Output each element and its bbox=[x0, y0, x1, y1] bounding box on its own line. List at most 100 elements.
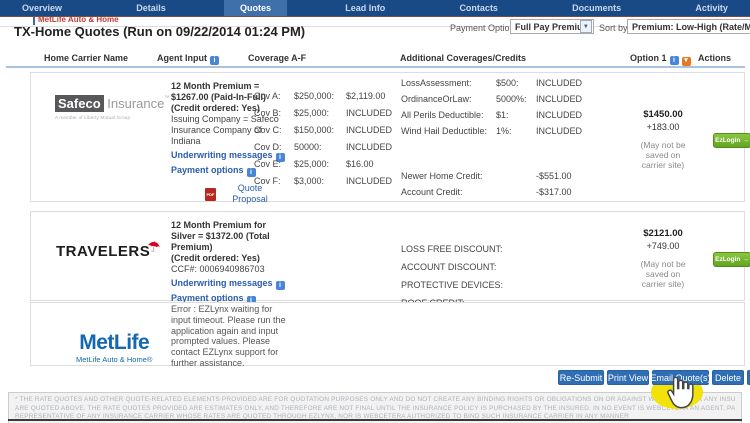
credit-label: Newer Home Credit: bbox=[401, 171, 496, 187]
page-title: TX-Home Quotes (Run on 09/22/2014 01:24 … bbox=[14, 24, 305, 39]
metlife-logo: MetLife MetLife Auto & Home® bbox=[76, 331, 152, 364]
coverage-label: Cov C: bbox=[254, 125, 294, 142]
coverage-label: Cov F: bbox=[254, 176, 294, 193]
ezlogin-button[interactable]: EzLogin→ bbox=[713, 252, 750, 267]
coverage-label: Cov A: bbox=[254, 91, 294, 108]
agent-input-cell: 12 Month Premium for Silver = $1372.00 (… bbox=[171, 220, 285, 305]
additional-label: PROTECTIVE DEVICES: bbox=[401, 276, 503, 294]
arrow-right-icon: → bbox=[742, 256, 749, 263]
coverage-amount: $25,000: bbox=[294, 159, 346, 176]
tab-lead-info[interactable]: Lead Info bbox=[329, 0, 401, 16]
quote-row-metlife: MetLife MetLife Auto & Home® Error : EZL… bbox=[30, 302, 745, 366]
additional-label: All Perils Deductible: bbox=[401, 110, 496, 126]
tab-activity[interactable]: Activity bbox=[679, 0, 744, 16]
metlife-tagline: MetLife Auto & Home® bbox=[76, 355, 152, 364]
quotes-page: Overview Details Quotes Lead Info Contac… bbox=[0, 0, 750, 423]
info-icon[interactable]: i bbox=[670, 56, 679, 65]
additional-label: LOSS FREE DISCOUNT: bbox=[401, 240, 503, 258]
top-nav: Overview Details Quotes Lead Info Contac… bbox=[0, 0, 750, 16]
coverage-amount: 50000: bbox=[294, 142, 346, 159]
additional-value: INCLUDED bbox=[536, 78, 598, 94]
premium-text: 12 Month Premium for Silver = $1372.00 (… bbox=[171, 220, 285, 253]
option-orange-icon[interactable]: ▾ bbox=[682, 57, 691, 66]
coverage-amount: $25,000: bbox=[294, 108, 346, 125]
credit-value: -$317.00 bbox=[536, 187, 598, 203]
coverage-amount: $250,000: bbox=[294, 91, 346, 108]
additional-value: INCLUDED bbox=[536, 126, 598, 142]
coverage-label: Cov D: bbox=[254, 142, 294, 159]
option-note: (May not besaved oncarrier site) bbox=[623, 259, 703, 289]
col-header-option-1: Option 1i▾ bbox=[630, 53, 691, 66]
option-note: (May not besaved oncarrier site) bbox=[623, 140, 703, 170]
ezlogin-button[interactable]: EzLogin→ bbox=[713, 133, 750, 148]
info-icon[interactable]: i bbox=[210, 56, 219, 65]
ccf-number-text: CCF#: 0006940986703 bbox=[171, 264, 285, 275]
col-header-agent-input: Agent Inputi bbox=[157, 53, 219, 65]
col-header-carrier: Home Carrier Name bbox=[44, 53, 128, 63]
sort-by-select[interactable]: Premium: Low-High (Rate/Month) bbox=[627, 19, 750, 34]
umbrella-icon: ☂ bbox=[146, 237, 162, 257]
tab-contacts[interactable]: Contacts bbox=[443, 0, 514, 16]
coverage-amount: $3,000: bbox=[294, 176, 346, 193]
quote-error-message: Error : EZLynx waiting for input timeout… bbox=[171, 304, 291, 369]
tab-quotes[interactable]: Quotes bbox=[224, 0, 287, 16]
coverage-value: INCLUDED bbox=[346, 125, 408, 142]
option-premium: $1450.00 bbox=[623, 109, 703, 120]
col-header-additional: Additional Coverages/Credits bbox=[400, 53, 526, 63]
additional-label: Wind Hail Deductible: bbox=[401, 126, 496, 142]
option-1-cell: $1450.00 +183.00 (May not besaved oncarr… bbox=[623, 109, 703, 170]
additional-value: INCLUDED bbox=[536, 94, 598, 110]
table-top-border bbox=[6, 66, 745, 68]
additional-label: LossAssessment: bbox=[401, 78, 496, 94]
safeco-logo: Safeco Insurance™ A member of Liberty Mu… bbox=[55, 95, 169, 120]
col-header-actions: Actions bbox=[698, 53, 731, 63]
coverage-list: Cov A:$250,000:$2,119.00 Cov B:$25,000:I… bbox=[254, 91, 408, 193]
coverage-value: INCLUDED bbox=[346, 108, 408, 125]
sort-by-label: Sort by: bbox=[599, 23, 630, 33]
option-monthly-delta: +749.00 bbox=[623, 241, 703, 251]
additional-amount: $500: bbox=[496, 78, 536, 94]
coverage-value: $2,119.00 bbox=[346, 91, 408, 108]
re-submit-button[interactable]: Re-Submit bbox=[558, 370, 604, 385]
coverage-label: Cov E: bbox=[254, 159, 294, 176]
delete-button[interactable]: Delete bbox=[712, 370, 744, 385]
quote-row-safeco: Safeco Insurance™ A member of Liberty Mu… bbox=[30, 72, 745, 202]
payment-option-select[interactable]: Full Pay Premium ▼ bbox=[510, 19, 594, 34]
col-header-coverage: Coverage A-F bbox=[248, 53, 306, 63]
option-monthly-delta: +183.00 bbox=[623, 122, 703, 132]
info-icon[interactable]: i bbox=[276, 281, 285, 290]
additional-amount: 1%: bbox=[496, 126, 536, 142]
option-premium: $2121.00 bbox=[623, 228, 703, 239]
tab-details[interactable]: Details bbox=[120, 0, 182, 16]
option-1-cell: $2121.00 +749.00 (May not besaved oncarr… bbox=[623, 228, 703, 289]
hand-cursor-icon bbox=[663, 375, 695, 416]
chevron-down-icon: ▼ bbox=[580, 20, 592, 33]
bottom-edge-line bbox=[8, 419, 742, 421]
payment-options-link[interactable]: Payment options bbox=[171, 165, 244, 175]
quote-row-travelers: TRAVELERS☂ 12 Month Premium for Silver =… bbox=[30, 211, 745, 301]
credit-ordered-text: (Credit ordered: Yes) bbox=[171, 253, 285, 264]
additional-value: INCLUDED bbox=[536, 110, 598, 126]
coverage-value: $16.00 bbox=[346, 159, 408, 176]
travelers-logo: TRAVELERS☂ bbox=[56, 242, 161, 261]
additional-coverages-list: LossAssessment:$500:INCLUDED OrdinanceOr… bbox=[401, 78, 598, 142]
additional-label: ACCOUNT DISCOUNT: bbox=[401, 258, 503, 276]
credit-label: Account Credit: bbox=[401, 187, 496, 203]
additional-label: OrdinanceOrLaw: bbox=[401, 94, 496, 110]
arrow-right-icon: → bbox=[742, 137, 749, 144]
coverage-label: Cov B: bbox=[254, 108, 294, 125]
safeco-tagline: A member of Liberty Mutual Group bbox=[55, 115, 169, 120]
credits-list: Newer Home Credit: -$551.00 Account Credi… bbox=[401, 171, 598, 203]
tab-documents[interactable]: Documents bbox=[556, 0, 637, 16]
additional-amount: 5000%: bbox=[496, 94, 536, 110]
additional-amount: $1: bbox=[496, 110, 536, 126]
print-view-button[interactable]: Print View bbox=[607, 370, 649, 385]
coverage-amount: $150,000: bbox=[294, 125, 346, 142]
pdf-icon[interactable]: PDF bbox=[205, 188, 216, 201]
credit-value: -$551.00 bbox=[536, 171, 598, 187]
coverage-value: INCLUDED bbox=[346, 142, 408, 159]
payment-option-label: Payment Option: bbox=[450, 23, 517, 33]
underwriting-messages-link[interactable]: Underwriting messages bbox=[171, 278, 273, 288]
coverage-value: INCLUDED bbox=[346, 176, 408, 193]
tab-overview[interactable]: Overview bbox=[6, 0, 78, 16]
